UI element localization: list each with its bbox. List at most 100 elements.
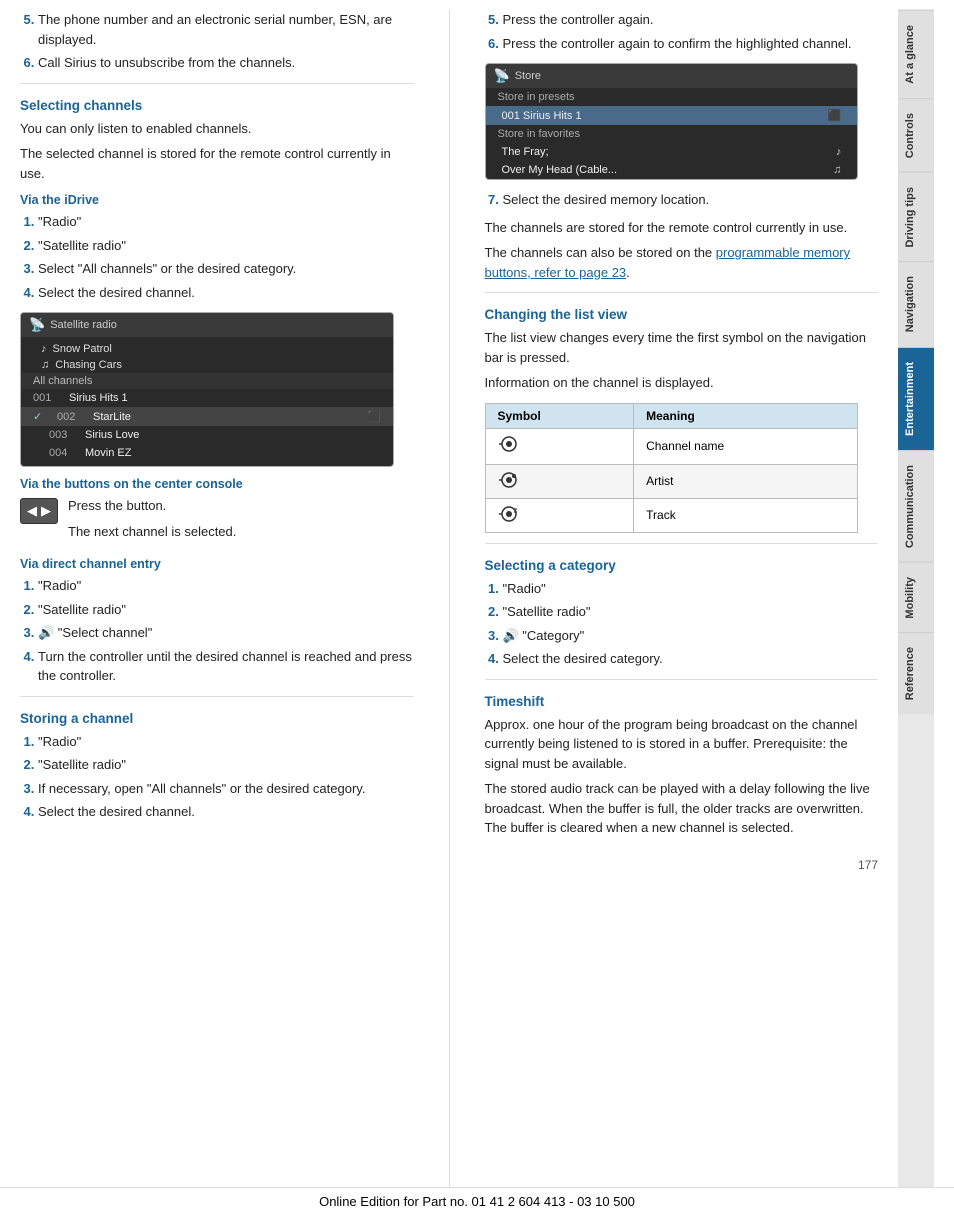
store-row-thefray: The Fray; ♪: [486, 143, 858, 161]
table-row: Channel name: [485, 428, 858, 464]
selecting-channels-para2: The selected channel is stored for the r…: [20, 144, 414, 183]
storing-section: Storing a channel "Radio" "Satellite rad…: [20, 711, 414, 822]
changing-list-para2: Information on the channel is displayed.: [485, 373, 879, 393]
table-row: Artist: [485, 464, 858, 498]
list-item: Select the desired memory location.: [503, 190, 879, 210]
timeshift-section: Timeshift Approx. one hour of the progra…: [485, 694, 879, 838]
ui-box-body: ♪ Snow Patrol ♫ Chasing Cars All channel…: [21, 337, 393, 466]
via-idrive-section: Via the iDrive "Radio" "Satellite radio"…: [20, 193, 414, 302]
satellite-radio-ui: 📡 Satellite radio ♪ Snow Patrol ♫ Chasin…: [20, 312, 394, 467]
selecting-channels-para1: You can only listen to enabled channels.: [20, 119, 414, 139]
channel-row: 003 Sirius Love: [21, 426, 393, 444]
store-presets-label: Store in presets: [486, 88, 858, 106]
store-title: 📡 Store: [486, 64, 858, 88]
symbol-cell: [485, 464, 634, 498]
ui-box-title: 📡 Satellite radio: [21, 313, 393, 337]
channel-group-label: All channels: [21, 373, 393, 389]
category-icon: 🔊: [503, 628, 519, 643]
channels-stored-para: The channels are stored for the remote c…: [485, 218, 879, 238]
selecting-category-heading: Selecting a category: [485, 558, 879, 573]
column-divider: [449, 10, 450, 1195]
next-button-icon[interactable]: ▶: [41, 503, 51, 519]
list-item: "Radio": [38, 576, 414, 596]
list-item: "Satellite radio": [38, 236, 414, 256]
track-meaning: Track: [634, 498, 858, 532]
list-item: Select "All channels" or the desired cat…: [38, 259, 414, 279]
sidebar: At a glance Controls Driving tips Naviga…: [898, 10, 934, 1195]
list-item: The phone number and an electronic seria…: [38, 10, 414, 49]
via-direct-section: Via direct channel entry "Radio" "Satell…: [20, 557, 414, 686]
channel-name-meaning: Channel name: [634, 428, 858, 464]
footer-text: Online Edition for Part no. 01 41 2 604 …: [319, 1194, 635, 1209]
store-row-overmyhead: Over My Head (Cable... ♫: [486, 161, 858, 179]
timeshift-heading: Timeshift: [485, 694, 879, 709]
sidebar-tab-at-a-glance[interactable]: At a glance: [898, 10, 934, 98]
bookmark-icon: ⬛: [828, 109, 842, 122]
store-favorites-label: Store in favorites: [486, 125, 858, 143]
sidebar-tab-driving-tips[interactable]: Driving tips: [898, 172, 934, 262]
sidebar-tab-communication[interactable]: Communication: [898, 450, 934, 562]
list-item: Select the desired channel.: [38, 802, 414, 822]
symbol-cell: [485, 498, 634, 532]
meaning-col-header: Meaning: [634, 403, 858, 428]
list-item: "Satellite radio": [503, 602, 879, 622]
sidebar-tab-reference[interactable]: Reference: [898, 632, 934, 714]
channel-row-checked: ✓ 002 StarLite ⬛: [21, 407, 393, 426]
sidebar-tab-mobility[interactable]: Mobility: [898, 562, 934, 633]
symbol-col-header: Symbol: [485, 403, 634, 428]
list-item: 🔊 "Select channel": [38, 623, 414, 643]
list-item: Select the desired channel.: [38, 283, 414, 303]
channel-name-icon: [498, 437, 520, 457]
list-item: Turn the controller until the desired ch…: [38, 647, 414, 686]
right-column: Press the controller again. Press the co…: [475, 10, 879, 1195]
via-direct-heading: Via direct channel entry: [20, 557, 414, 571]
list-item: "Radio": [38, 212, 414, 232]
artist-icon: [498, 478, 520, 492]
storing-heading: Storing a channel: [20, 711, 414, 726]
left-column: The phone number and an electronic seria…: [20, 10, 424, 1195]
store-row-sirius: 001 Sirius Hits 1 ⬛: [486, 106, 858, 125]
artist-meaning: Artist: [634, 464, 858, 498]
changing-list-section: Changing the list view The list view cha…: [485, 307, 879, 533]
programmable-memory-link[interactable]: programmable memory buttons, refer to pa…: [485, 245, 851, 280]
selecting-channels-section: Selecting channels You can only listen t…: [20, 98, 414, 184]
music-icon: ♫: [41, 359, 49, 371]
list-item: Call Sirius to unsubscribe from the chan…: [38, 53, 414, 73]
nav-buttons-box: ◀ ▶: [20, 498, 58, 524]
bookmark-icon: ⬛: [367, 410, 381, 423]
music-icon: ♪: [836, 146, 842, 158]
satellite-icon: 📡: [29, 317, 45, 333]
store-ui: 📡 Store Store in presets 001 Sirius Hits…: [485, 63, 859, 180]
list-item: 🔊 "Category": [503, 626, 879, 646]
table-row: Track: [485, 498, 858, 532]
sidebar-tab-entertainment[interactable]: Entertainment: [898, 347, 934, 450]
next-channel-text: The next channel is selected.: [68, 522, 236, 542]
selecting-category-section: Selecting a category "Radio" "Satellite …: [485, 558, 879, 669]
symbol-cell: [485, 428, 634, 464]
sidebar-tab-controls[interactable]: Controls: [898, 98, 934, 172]
selecting-channels-heading: Selecting channels: [20, 98, 414, 113]
changing-list-para1: The list view changes every time the fir…: [485, 328, 879, 367]
list-item: Press the controller again to confirm th…: [503, 34, 879, 54]
list-item: "Radio": [503, 579, 879, 599]
channels-also-para: The channels can also be stored on the p…: [485, 243, 879, 282]
channel-row: 004 Movin EZ: [21, 444, 393, 462]
store-body: Store in presets 001 Sirius Hits 1 ⬛ Sto…: [486, 88, 858, 179]
sidebar-tab-navigation[interactable]: Navigation: [898, 261, 934, 346]
list-item: "Satellite radio": [38, 755, 414, 775]
list-item: "Satellite radio": [38, 600, 414, 620]
via-buttons-heading: Via the buttons on the center console: [20, 477, 414, 491]
artist-row: ♪ Snow Patrol: [21, 341, 393, 357]
artist-row: ♫ Chasing Cars: [21, 357, 393, 373]
music-icon: ♪: [41, 343, 47, 355]
prev-button-icon[interactable]: ◀: [27, 503, 37, 519]
select-channel-icon: 🔊: [38, 625, 54, 640]
list-item: Select the desired category.: [503, 649, 879, 669]
press-button-text: Press the button.: [68, 496, 236, 516]
page-number: 177: [485, 854, 879, 876]
timeshift-para1: Approx. one hour of the program being br…: [485, 715, 879, 774]
via-buttons-section: Via the buttons on the center console ◀ …: [20, 477, 414, 547]
satellite-icon: 📡: [494, 68, 510, 84]
list-item: "Radio": [38, 732, 414, 752]
list-item: If necessary, open "All channels" or the…: [38, 779, 414, 799]
